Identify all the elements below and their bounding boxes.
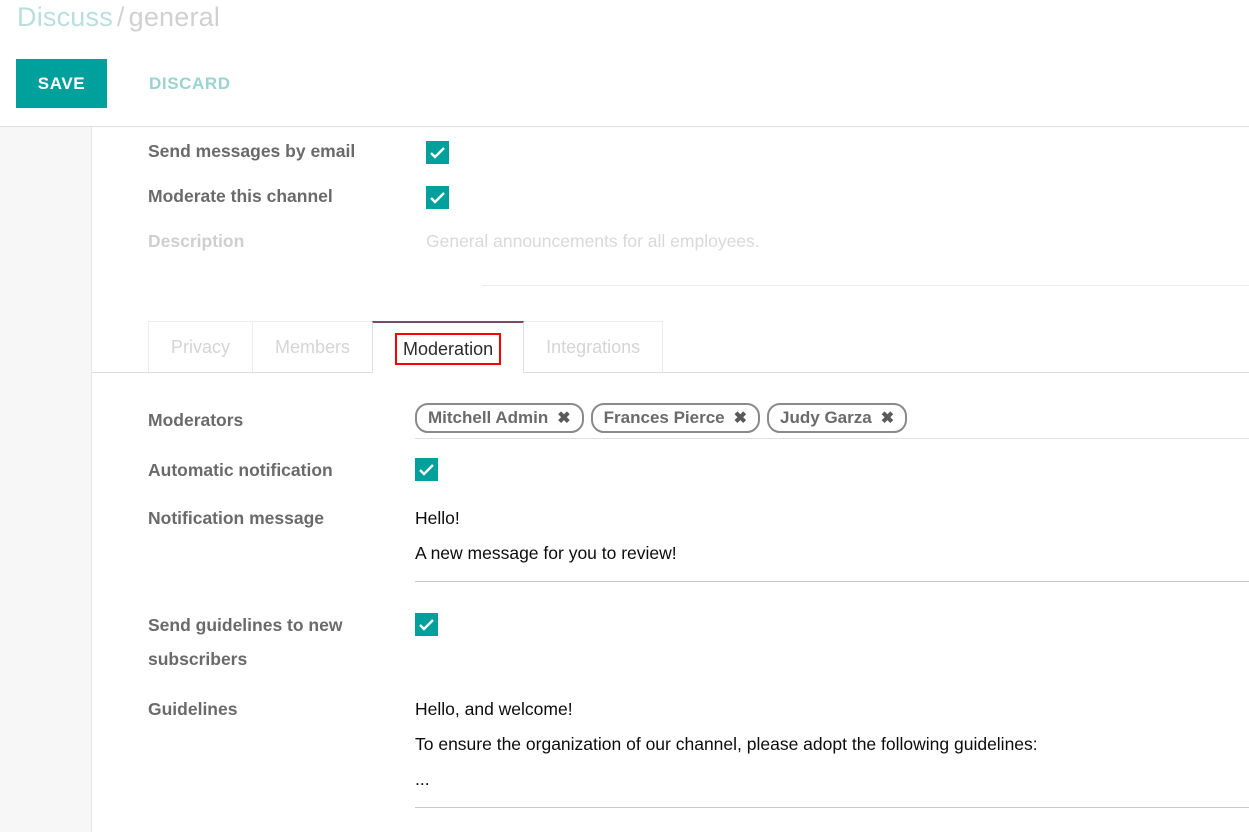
discard-button[interactable]: DISCARD xyxy=(143,73,237,95)
check-icon xyxy=(419,619,434,631)
field-value xyxy=(426,182,1249,209)
guidelines-line: To ensure the organization of our channe… xyxy=(415,733,1038,754)
field-automatic-notification: Automatic notification xyxy=(148,453,1249,487)
remove-icon[interactable]: ✖ xyxy=(881,408,894,428)
field-value xyxy=(415,453,1249,487)
message-line: A new message for you to review! xyxy=(415,542,677,563)
tab-label: Members xyxy=(275,336,351,357)
tab-label: Privacy xyxy=(171,336,231,357)
moderation-tab-page: Moderators Mitchell Admin ✖ Frances Pier… xyxy=(92,373,1249,808)
field-notification-message: Notification message Hello! A new messag… xyxy=(148,501,1249,582)
field-label: Moderators xyxy=(148,409,244,430)
record-action-buttons: SAVE DISCARD xyxy=(16,59,237,108)
moderator-name: Judy Garza xyxy=(780,407,872,427)
send-guidelines-checkbox[interactable] xyxy=(415,613,438,637)
form-sheet: Send messages by email Moderate this cha… xyxy=(92,127,1249,832)
field-value: Hello! A new message for you to review! xyxy=(415,501,1249,582)
tab-integrations[interactable]: Integrations xyxy=(523,320,664,372)
control-panel: Discuss / general SAVE DISCARD xyxy=(0,0,1249,127)
left-rail xyxy=(0,127,92,832)
notebook-tabbar: Privacy Members Moderation Integrations xyxy=(92,320,1249,373)
check-icon xyxy=(419,464,434,476)
moderator-chip[interactable]: Judy Garza ✖ xyxy=(767,402,908,433)
field-guidelines: Guidelines Hello, and welcome! To ensure… xyxy=(148,692,1249,808)
moderators-input[interactable]: Mitchell Admin ✖ Frances Pierce ✖ Judy G… xyxy=(415,402,1249,439)
tab-privacy[interactable]: Privacy xyxy=(148,320,254,372)
breadcrumb-separator: / xyxy=(116,2,125,32)
field-value: Hello, and welcome! To ensure the organi… xyxy=(415,692,1249,808)
notification-message-input[interactable]: Hello! A new message for you to review! xyxy=(415,501,1249,582)
field-label: Notification message xyxy=(148,507,325,528)
description-underline xyxy=(482,284,1249,286)
guidelines-input[interactable]: Hello, and welcome! To ensure the organi… xyxy=(415,692,1249,808)
moderator-chip[interactable]: Mitchell Admin ✖ xyxy=(415,402,584,433)
field-label: Guidelines xyxy=(148,698,238,719)
check-icon xyxy=(430,147,445,159)
automatic-notification-checkbox[interactable] xyxy=(415,458,438,482)
breadcrumb: Discuss / general xyxy=(17,2,220,33)
description-input[interactable]: General announcements for all employees. xyxy=(426,227,1249,253)
guidelines-line: Hello, and welcome! xyxy=(415,698,573,719)
tab-label: Moderation xyxy=(395,333,502,365)
tab-members[interactable]: Members xyxy=(252,320,374,372)
field-moderators: Moderators Mitchell Admin ✖ Frances Pier… xyxy=(148,402,1249,439)
field-send-messages-by-email: Send messages by email xyxy=(148,137,1249,164)
remove-icon[interactable]: ✖ xyxy=(557,408,570,428)
remove-icon[interactable]: ✖ xyxy=(734,408,747,428)
field-moderate-this-channel: Moderate this channel xyxy=(148,182,1249,209)
moderator-name: Frances Pierce xyxy=(603,407,725,427)
check-icon xyxy=(430,191,445,204)
field-label: Description xyxy=(148,230,245,251)
moderate-this-channel-checkbox[interactable] xyxy=(426,185,449,209)
field-label: Send guidelines to new subscribers xyxy=(148,614,343,669)
field-label: Automatic notification xyxy=(148,459,333,480)
field-value: Mitchell Admin ✖ Frances Pierce ✖ Judy G… xyxy=(415,402,1249,439)
save-button[interactable]: SAVE xyxy=(16,59,107,108)
field-label: Moderate this channel xyxy=(148,185,333,206)
field-value xyxy=(415,608,1249,642)
breadcrumb-parent[interactable]: Discuss xyxy=(17,2,113,32)
guidelines-line: ... xyxy=(415,768,430,789)
field-description: Description General announcements for al… xyxy=(148,227,1249,253)
channel-settings-group: Send messages by email Moderate this cha… xyxy=(92,137,1249,286)
app-body: Send messages by email Moderate this cha… xyxy=(0,127,1249,832)
message-line: Hello! xyxy=(415,507,460,528)
tab-moderation[interactable]: Moderation xyxy=(372,320,525,373)
send-messages-by-email-checkbox[interactable] xyxy=(426,140,449,164)
breadcrumb-current: general xyxy=(128,2,221,32)
notebook: Privacy Members Moderation Integrations … xyxy=(92,320,1249,808)
field-value xyxy=(426,137,1249,164)
field-label: Send messages by email xyxy=(148,141,356,161)
tab-label: Integrations xyxy=(546,336,641,357)
moderator-chip[interactable]: Frances Pierce ✖ xyxy=(590,402,761,433)
field-send-guidelines: Send guidelines to new subscribers xyxy=(148,608,1249,676)
moderator-name: Mitchell Admin xyxy=(428,407,549,427)
